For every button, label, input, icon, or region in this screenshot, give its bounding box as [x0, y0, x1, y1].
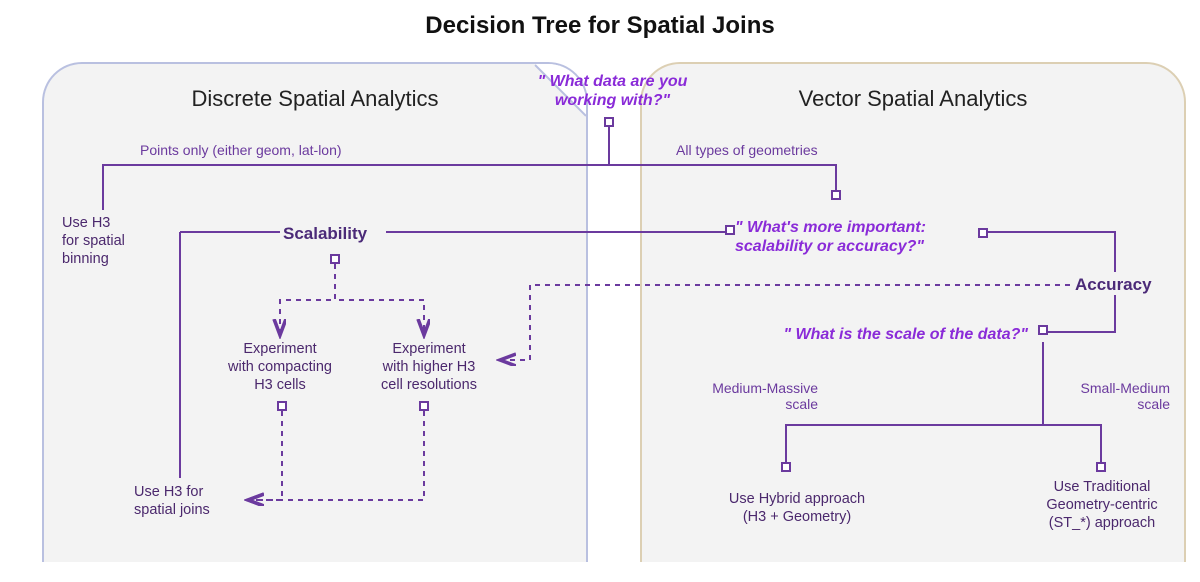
- edge-accuracy-to-scale: [1048, 295, 1115, 332]
- edge-root-right: [609, 127, 836, 190]
- edge-scale-to-traditional: [1043, 342, 1101, 462]
- edge-dashed-accuracy-to-higher: [500, 285, 1070, 360]
- edges-overlay: [0, 0, 1200, 582]
- edge-importance-to-accuracy: [988, 232, 1115, 272]
- edge-scale-to-hybrid: [786, 342, 1043, 462]
- edge-dashed-higher-to-join: [248, 411, 424, 500]
- edge-dashed-to-higher: [335, 264, 424, 335]
- edge-dashed-compact-to-join: [248, 411, 282, 500]
- edge-dashed-to-compact: [280, 264, 335, 335]
- edge-root-left: [103, 127, 609, 210]
- diagram-stage: Decision Tree for Spatial Joins Discrete…: [0, 0, 1200, 582]
